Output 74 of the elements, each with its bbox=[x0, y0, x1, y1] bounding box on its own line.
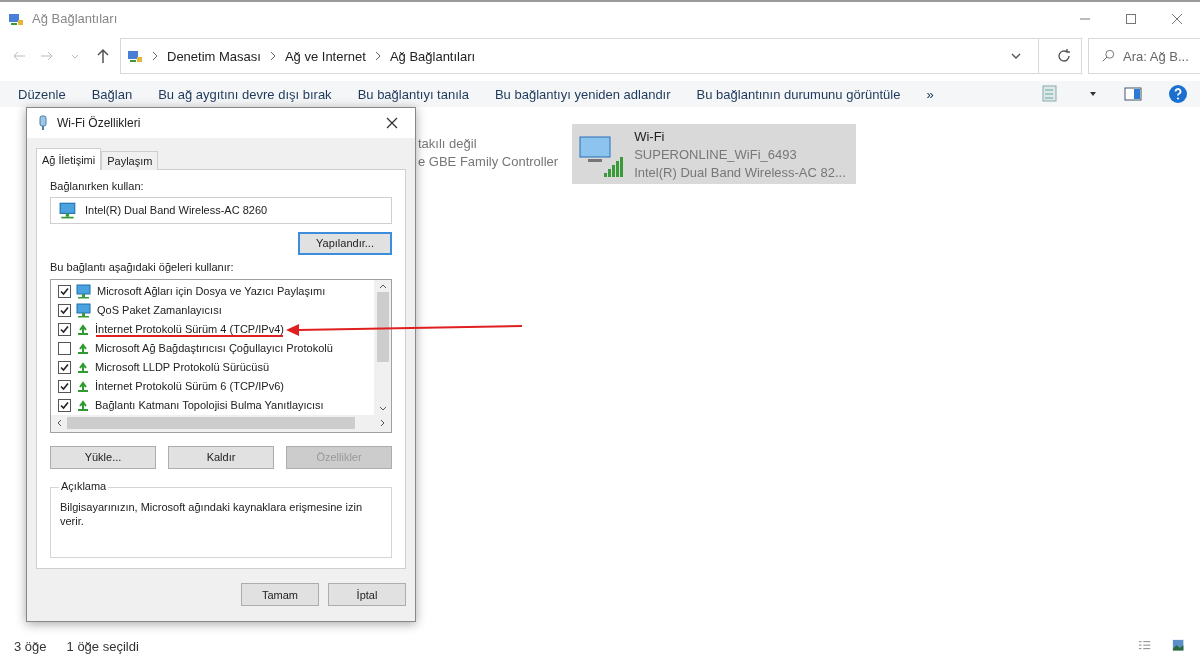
protocol-icon bbox=[76, 360, 90, 375]
toolbar-item[interactable]: Bağlan bbox=[91, 86, 133, 102]
chevron-right-icon bbox=[151, 51, 159, 61]
list-item[interactable]: Bağlantı Katmanı Topolojisi Bulma Yanıtlayıcısı bbox=[95, 399, 324, 412]
network-folder-icon bbox=[127, 48, 143, 64]
action-button[interactable]: Kaldır bbox=[168, 445, 274, 469]
list-item[interactable]: Microsoft LLDP Protokolü Sürücüsü bbox=[95, 361, 270, 374]
scroll-down-icon[interactable] bbox=[377, 404, 388, 413]
dialog-tab[interactable]: Paylaşım bbox=[101, 151, 159, 170]
more-commands-button[interactable]: » bbox=[926, 86, 934, 102]
up-arrow-icon[interactable] bbox=[95, 48, 111, 64]
connection-detail: SUPERONLINE_WiFi_6493 bbox=[634, 146, 798, 162]
list-label: Bu bağlantı aşağıdaki öğeleri kullanır: bbox=[50, 260, 235, 273]
connection-detail: Intel(R) Dual Band Wireless-AC 82... bbox=[634, 164, 846, 180]
close-icon[interactable] bbox=[386, 117, 398, 129]
protocol-icon bbox=[76, 322, 90, 337]
dialog-button[interactable]: İptal bbox=[328, 583, 406, 606]
vertical-scrollbar[interactable] bbox=[374, 279, 391, 415]
description-text: Bilgisayarınızın, Microsoft ağındaki kaynaklara erişmesine izin verir. bbox=[60, 499, 364, 528]
connection-name: Wi-Fi bbox=[634, 128, 666, 144]
field-label: Bağlanırken kullan: bbox=[50, 180, 145, 192]
large-icons-view-icon[interactable] bbox=[1172, 639, 1186, 653]
checkbox[interactable] bbox=[58, 322, 71, 336]
help-icon[interactable] bbox=[1168, 84, 1188, 104]
action-button[interactable]: Yükle... bbox=[50, 445, 156, 469]
protocol-icon bbox=[76, 341, 90, 356]
scroll-right-icon[interactable] bbox=[379, 418, 387, 429]
breadcrumb-item[interactable]: Ağ ve Internet bbox=[284, 48, 366, 64]
checkbox[interactable] bbox=[58, 360, 71, 374]
adapter-name: Intel(R) Dual Band Wireless-AC 8260 bbox=[85, 204, 268, 217]
checkbox[interactable] bbox=[58, 284, 71, 298]
toolbar-item[interactable]: Bu bağlantıyı tanıla bbox=[357, 86, 469, 102]
breadcrumb-item[interactable]: Denetim Masası bbox=[167, 48, 261, 64]
list-item[interactable]: İnternet Protokolü Sürüm 4 (TCP/IPv4) bbox=[95, 323, 284, 336]
breadcrumb-item[interactable]: Ağ Bağlantıları bbox=[389, 48, 476, 64]
window-title: Ağ Bağlantıları bbox=[32, 11, 119, 26]
maximize-icon[interactable] bbox=[1125, 12, 1137, 25]
configure-button[interactable]: Yapılandır... bbox=[298, 231, 392, 255]
preview-pane-icon[interactable] bbox=[1124, 86, 1142, 102]
checkbox[interactable] bbox=[58, 398, 71, 412]
checkbox[interactable] bbox=[58, 341, 71, 355]
network-computer-icon bbox=[76, 283, 92, 300]
toolbar-item[interactable]: Bu bağlantının durumunu görüntüle bbox=[696, 86, 901, 102]
scroll-left-icon[interactable] bbox=[55, 418, 63, 429]
dialog-button[interactable]: Tamam bbox=[241, 583, 319, 606]
network-computer-icon bbox=[76, 302, 92, 319]
list-item[interactable]: Microsoft Ağ Bağdaştırıcısı Çoğullayıcı Protokolü bbox=[95, 342, 333, 355]
protocol-icon bbox=[76, 398, 90, 413]
connection-detail: takılı değil bbox=[418, 136, 478, 151]
connection-detail: e GBE Family Controller bbox=[418, 154, 559, 169]
toolbar-item[interactable]: Düzenle bbox=[18, 86, 66, 102]
chevron-right-icon bbox=[268, 51, 277, 61]
address-bar[interactable]: Denetim Masası Ağ ve Internet Ağ Bağlantıları bbox=[120, 38, 1082, 74]
protocol-icon bbox=[76, 379, 90, 394]
toolbar-item[interactable]: Bu ağ aygıtını devre dışı bırak bbox=[158, 86, 332, 102]
dialog-tab[interactable]: Ağ İletişimi bbox=[36, 148, 102, 170]
checkbox[interactable] bbox=[58, 379, 71, 393]
search-placeholder: Ara: Ağ B... bbox=[1123, 48, 1189, 64]
list-item[interactable]: İnternet Protokolü Sürüm 6 (TCP/IPv6) bbox=[95, 380, 284, 393]
search-icon bbox=[1101, 49, 1115, 63]
chevron-right-icon bbox=[373, 51, 382, 61]
horizontal-scrollbar[interactable] bbox=[51, 414, 391, 432]
network-computer-icon bbox=[59, 201, 77, 220]
toolbar-item[interactable]: Bu bağlantıyı yeniden adlandır bbox=[494, 86, 671, 102]
group-label: Açıklama bbox=[59, 479, 109, 492]
search-field[interactable]: Ara: Ağ B... bbox=[1088, 38, 1200, 74]
checkbox[interactable] bbox=[58, 303, 71, 317]
list-item[interactable]: QoS Paket Zamanlayıcısı bbox=[97, 304, 222, 317]
status-text: 1 öğe seçildi bbox=[66, 638, 139, 654]
connection-item[interactable]: Wi-Fi SUPERONLINE_WiFi_6493 Intel(R) Dual Band Wireless-AC 82... bbox=[572, 124, 856, 184]
dialog-title: Wi-Fi Özellikleri bbox=[57, 116, 142, 130]
adapter-icon bbox=[37, 115, 49, 131]
list-item[interactable]: Microsoft Ağları için Dosya ve Yazıcı Paylaşımı bbox=[97, 285, 326, 298]
status-text: 3 öğe bbox=[14, 638, 47, 654]
